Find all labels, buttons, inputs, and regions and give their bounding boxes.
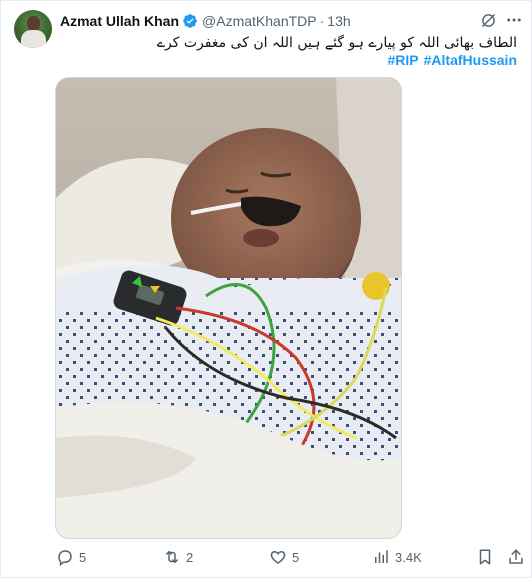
views-icon — [372, 548, 390, 566]
repost-count: 2 — [186, 549, 194, 565]
view-count: 3.4K — [395, 549, 422, 565]
share-icon — [507, 548, 525, 566]
tweet-text: الطاف بھائی اللہ کو پیارے ہو گئے ہیں الل… — [156, 35, 517, 51]
repost-icon — [163, 548, 181, 566]
verified-badge-icon — [182, 13, 198, 29]
user-handle[interactable]: @AzmatKhanTDP — [202, 13, 317, 29]
more-icon[interactable] — [504, 10, 524, 30]
like-icon — [269, 548, 287, 566]
reply-button[interactable]: 5 — [56, 546, 86, 568]
like-count: 5 — [292, 549, 300, 565]
avatar-body — [21, 30, 46, 48]
grok-icon[interactable] — [478, 10, 498, 30]
tweet-media-photo[interactable] — [55, 77, 402, 539]
tweet-hashtags: #RIP #AltafHussain — [388, 52, 517, 68]
like-button[interactable]: 5 — [269, 546, 299, 568]
avatar[interactable] — [14, 10, 52, 48]
tweet-card: Azmat Ullah Khan @AzmatKhanTDP · 13h الط… — [0, 0, 532, 578]
avatar-head — [27, 16, 40, 31]
reply-icon — [56, 548, 74, 566]
repost-button[interactable]: 2 — [163, 546, 193, 568]
hashtag-rip[interactable]: #RIP — [388, 52, 419, 68]
tweet-header: Azmat Ullah Khan @AzmatKhanTDP · 13h — [60, 12, 351, 30]
hashtag-altafhussain[interactable]: #AltafHussain — [424, 52, 517, 68]
hospital-photo-image — [56, 78, 401, 538]
display-name[interactable]: Azmat Ullah Khan — [60, 13, 179, 29]
tweet-timestamp[interactable]: 13h — [327, 13, 350, 29]
reply-count: 5 — [79, 549, 87, 565]
header-separator: · — [319, 13, 325, 29]
bookmark-button[interactable] — [476, 546, 494, 568]
bookmark-icon — [476, 548, 494, 566]
views-button[interactable]: 3.4K — [372, 546, 422, 568]
share-button[interactable] — [507, 546, 525, 568]
tweet-actions: 5 2 5 3.4K — [56, 546, 526, 568]
